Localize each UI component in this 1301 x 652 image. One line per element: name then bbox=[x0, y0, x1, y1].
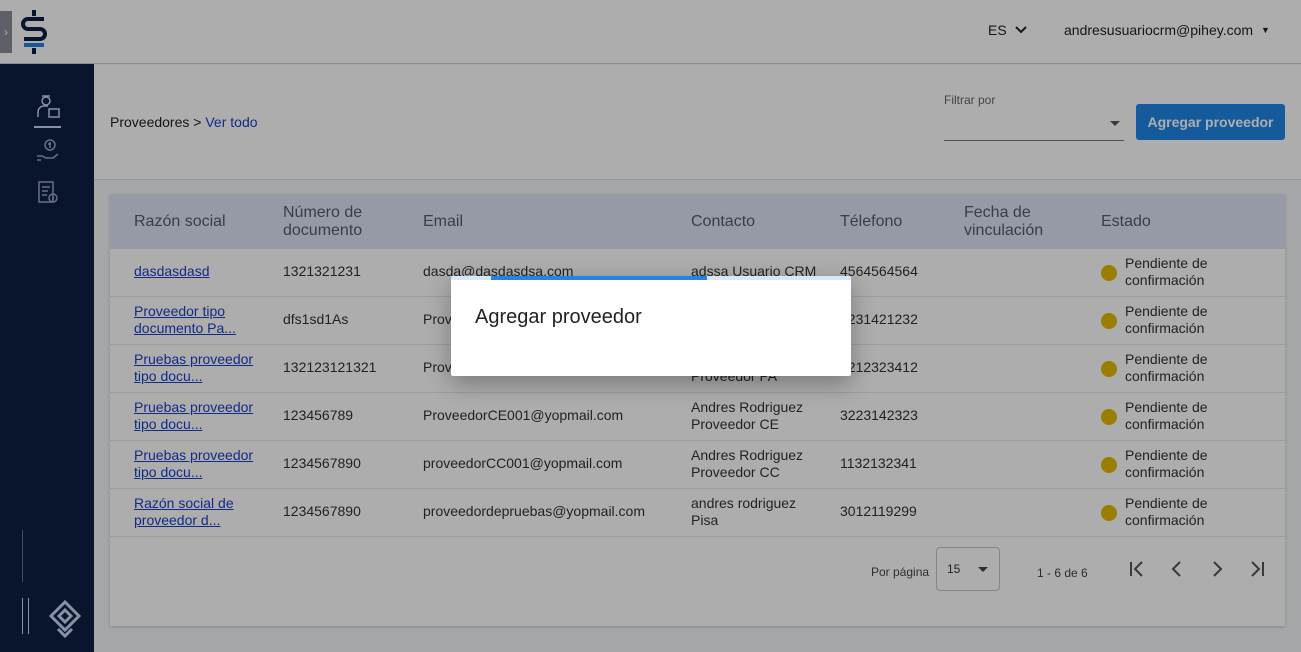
add-provider-dialog: Agregar proveedor bbox=[451, 276, 851, 376]
dialog-title: Agregar proveedor bbox=[475, 306, 642, 328]
loading-progress-bar bbox=[491, 276, 707, 280]
